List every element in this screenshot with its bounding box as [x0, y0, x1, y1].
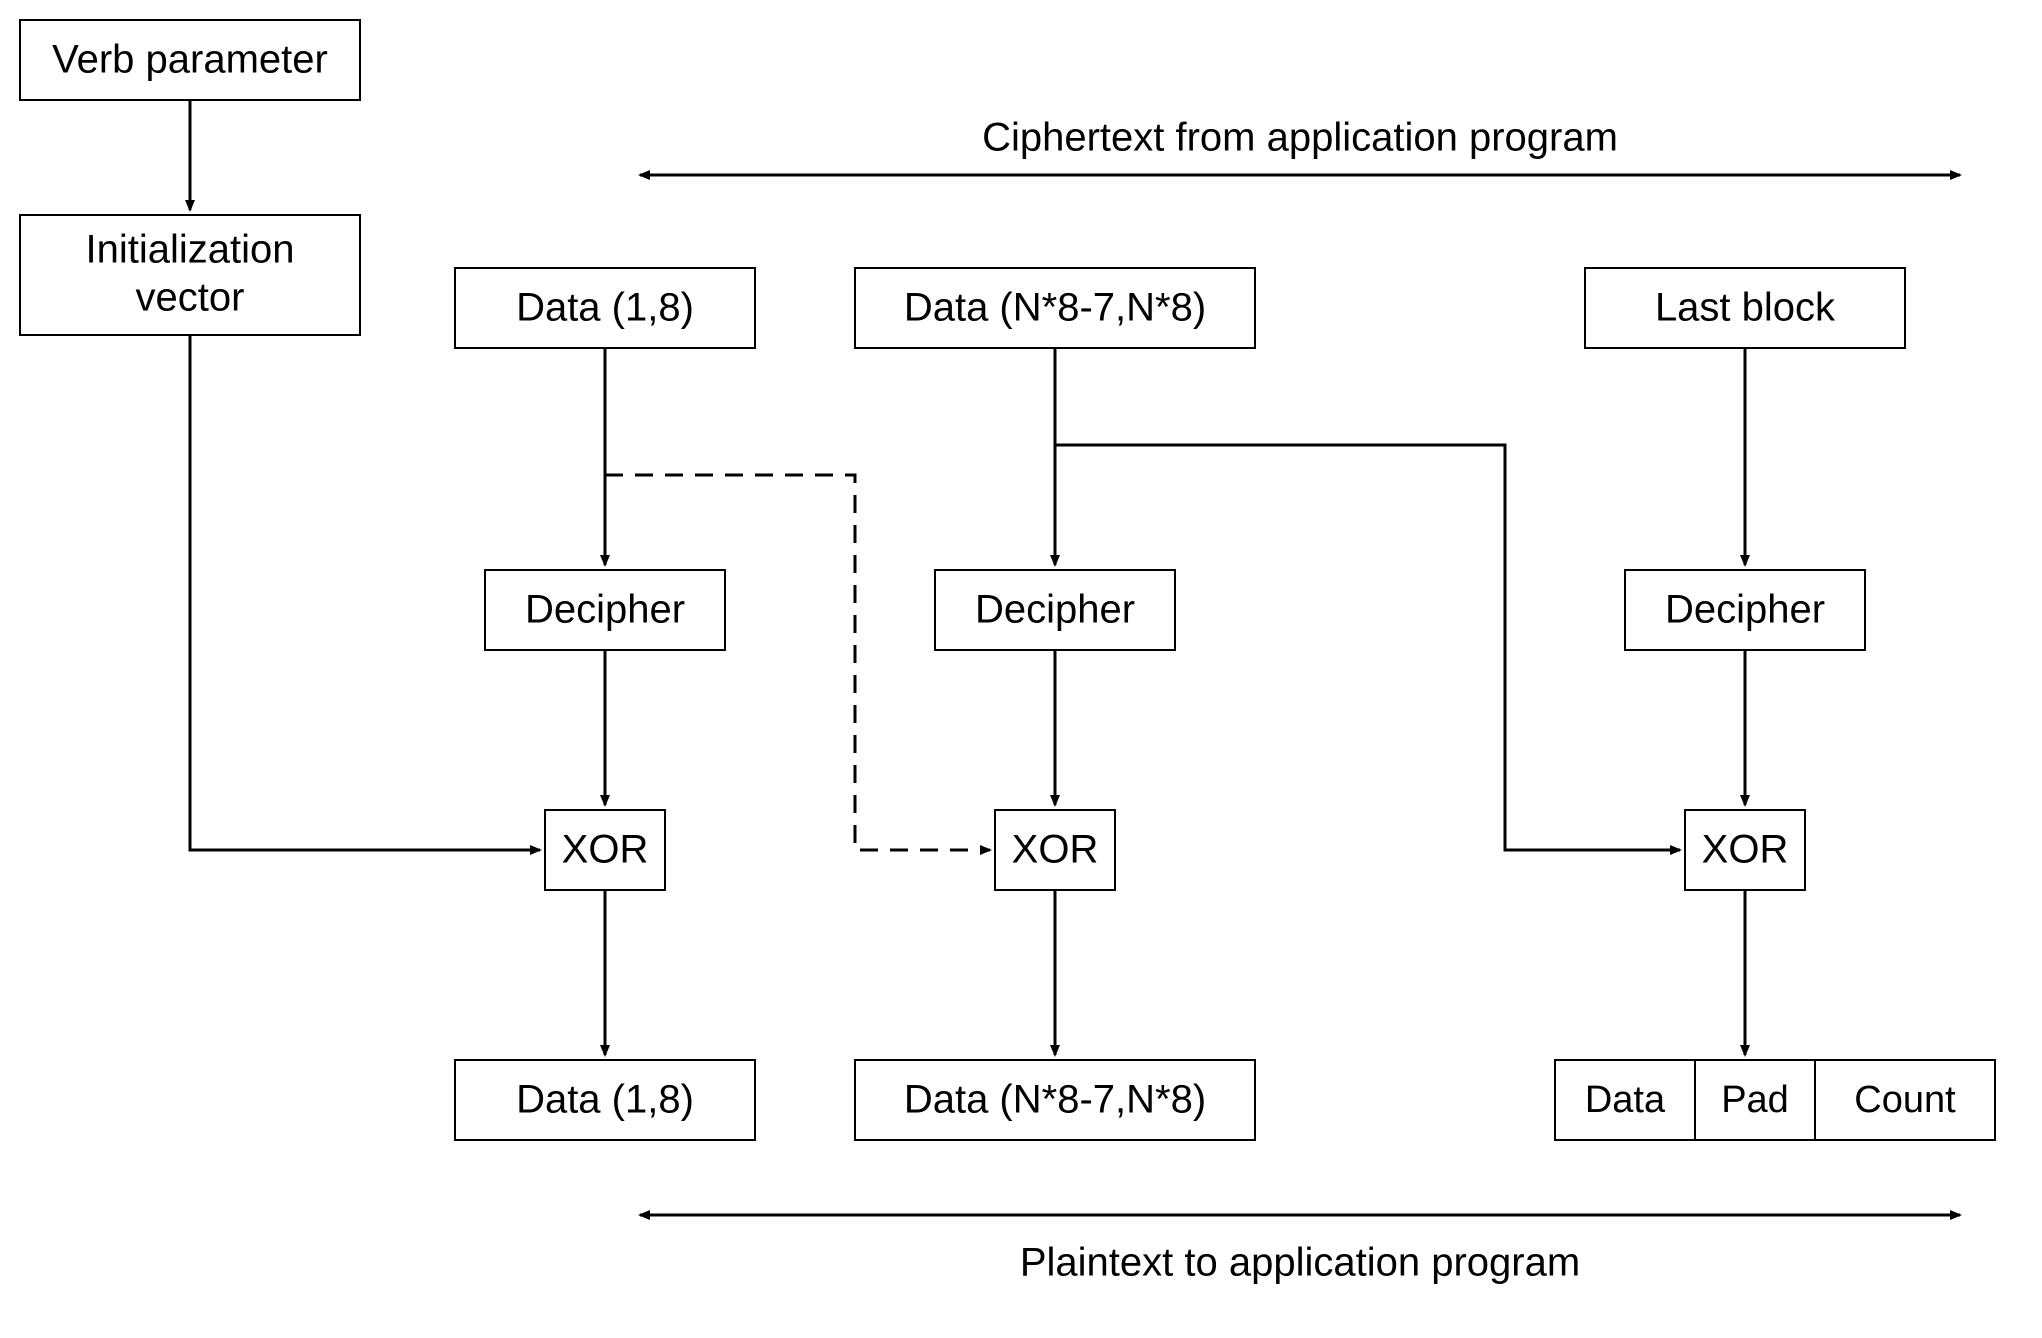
label-decipher-3: Decipher	[1665, 588, 1825, 632]
arrow-prev-cipher-xor2	[605, 475, 990, 850]
label-xor-3: XOR	[1702, 828, 1789, 872]
label-last-pad: Pad	[1721, 1079, 1789, 1121]
label-last-block: Last block	[1655, 286, 1836, 330]
label-xor-1: XOR	[562, 828, 649, 872]
label-data-1-8-bottom: Data (1,8)	[516, 1078, 694, 1122]
label-verb-parameter: Verb parameter	[52, 38, 328, 82]
label-decipher-2: Decipher	[975, 588, 1135, 632]
label-data-n-top: Data (N*8-7,N*8)	[904, 286, 1206, 330]
label-last-count: Count	[1854, 1079, 1956, 1121]
label-ciphertext: Ciphertext from application program	[982, 116, 1618, 160]
label-iv-1: Initialization	[85, 228, 294, 272]
label-plaintext: Plaintext to application program	[1020, 1241, 1580, 1285]
label-xor-2: XOR	[1012, 828, 1099, 872]
label-iv-2: vector	[136, 276, 245, 320]
label-data-1-8-top: Data (1,8)	[516, 286, 694, 330]
label-decipher-1: Decipher	[525, 588, 685, 632]
label-data-n-bottom: Data (N*8-7,N*8)	[904, 1078, 1206, 1122]
diagram-canvas: Verb parameter Initialization vector Cip…	[0, 0, 2042, 1338]
label-last-data: Data	[1585, 1079, 1666, 1121]
